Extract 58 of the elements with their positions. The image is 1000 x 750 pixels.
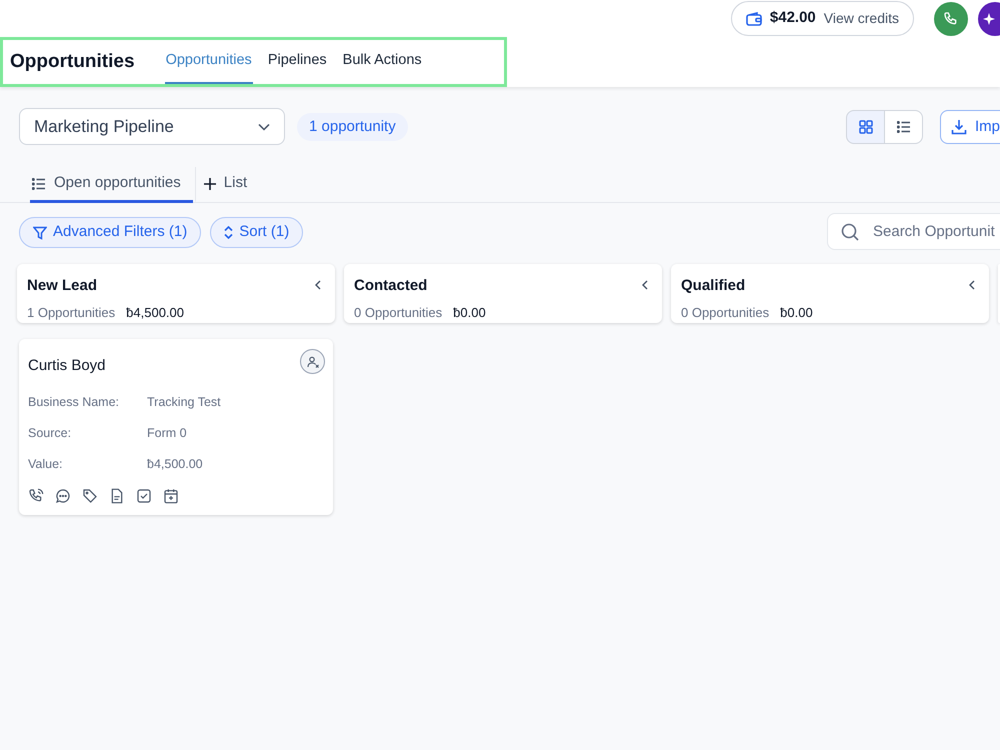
credits-amount: $42.00 [770,8,816,28]
filter-icon [33,226,47,240]
note-icon[interactable] [109,488,125,504]
field-value: ƀ4,500.00 [147,456,203,474]
wallet-icon [746,12,762,26]
phone-icon[interactable] [28,488,44,504]
import-button[interactable]: Imp [940,110,1000,144]
stage-name: New Lead [27,276,98,296]
sparkle-icon [983,13,995,25]
unassigned-user-icon [306,356,318,368]
view-tab[interactable]: List [194,167,248,203]
stage-name: Qualified [681,276,746,296]
chevron-left-icon[interactable] [315,280,321,290]
view-tab[interactable]: Open opportunities [30,167,193,203]
tag-icon[interactable] [82,488,98,504]
assign-button[interactable] [300,349,325,374]
contact-name: Curtis Boyd [28,356,106,376]
grid-view-button[interactable] [846,110,885,144]
stage-total: ƀ0.00 [780,304,813,322]
field-label: Value: [28,456,64,474]
grid-icon [858,120,872,134]
list-icon [32,178,46,190]
opportunity-count-badge: 1 opportunity [297,113,408,141]
chevron-down-icon [258,122,270,130]
phone-icon [943,11,959,27]
sort-button[interactable]: Sort (1) [210,217,304,248]
task-icon[interactable] [136,488,152,504]
field-value: Form 0 [147,425,187,442]
pipeline-select[interactable]: Marketing Pipeline [19,108,285,145]
stage-count: 0 Opportunities [354,304,442,322]
nav-tab[interactable]: Pipelines [266,40,328,84]
nav-tab[interactable]: Bulk Actions [342,40,423,84]
search-icon [841,223,859,241]
stage-total: ƀ4,500.00 [126,304,184,322]
sort-icon [224,226,234,239]
nav-tab[interactable]: Opportunities [164,40,253,84]
field-label: Business Name: [28,394,120,412]
filter-button[interactable]: Advanced Filters (1) [19,217,202,248]
opportunity-card[interactable]: Curtis Boyd Business Name: Tracking Test Source: Form 0 Value: ƀ4,500.00 [19,339,333,514]
download-icon [951,119,967,135]
list-icon [896,121,910,133]
calendar-add-icon[interactable] [163,488,179,504]
chat-icon[interactable] [55,488,71,504]
field-value: Tracking Test [147,394,221,412]
stage-name: Contacted [354,276,428,296]
stage-count: 0 Opportunities [681,304,770,322]
chevron-left-icon[interactable] [969,280,975,290]
page-title: Opportunities [10,50,135,74]
credits-label: View credits [824,9,899,28]
chevron-left-icon[interactable] [642,280,648,290]
phone-button[interactable] [934,2,968,36]
list-view-button[interactable] [884,110,923,144]
field-label: Source: [28,425,72,442]
plus-icon [204,178,216,190]
stage-count: 1 Opportunities [27,304,116,322]
search-field[interactable]: Search Opportunit [827,213,1000,250]
stage-total: ƀ0.00 [453,304,486,322]
credits-button[interactable]: $42.00 View credits [730,1,914,36]
